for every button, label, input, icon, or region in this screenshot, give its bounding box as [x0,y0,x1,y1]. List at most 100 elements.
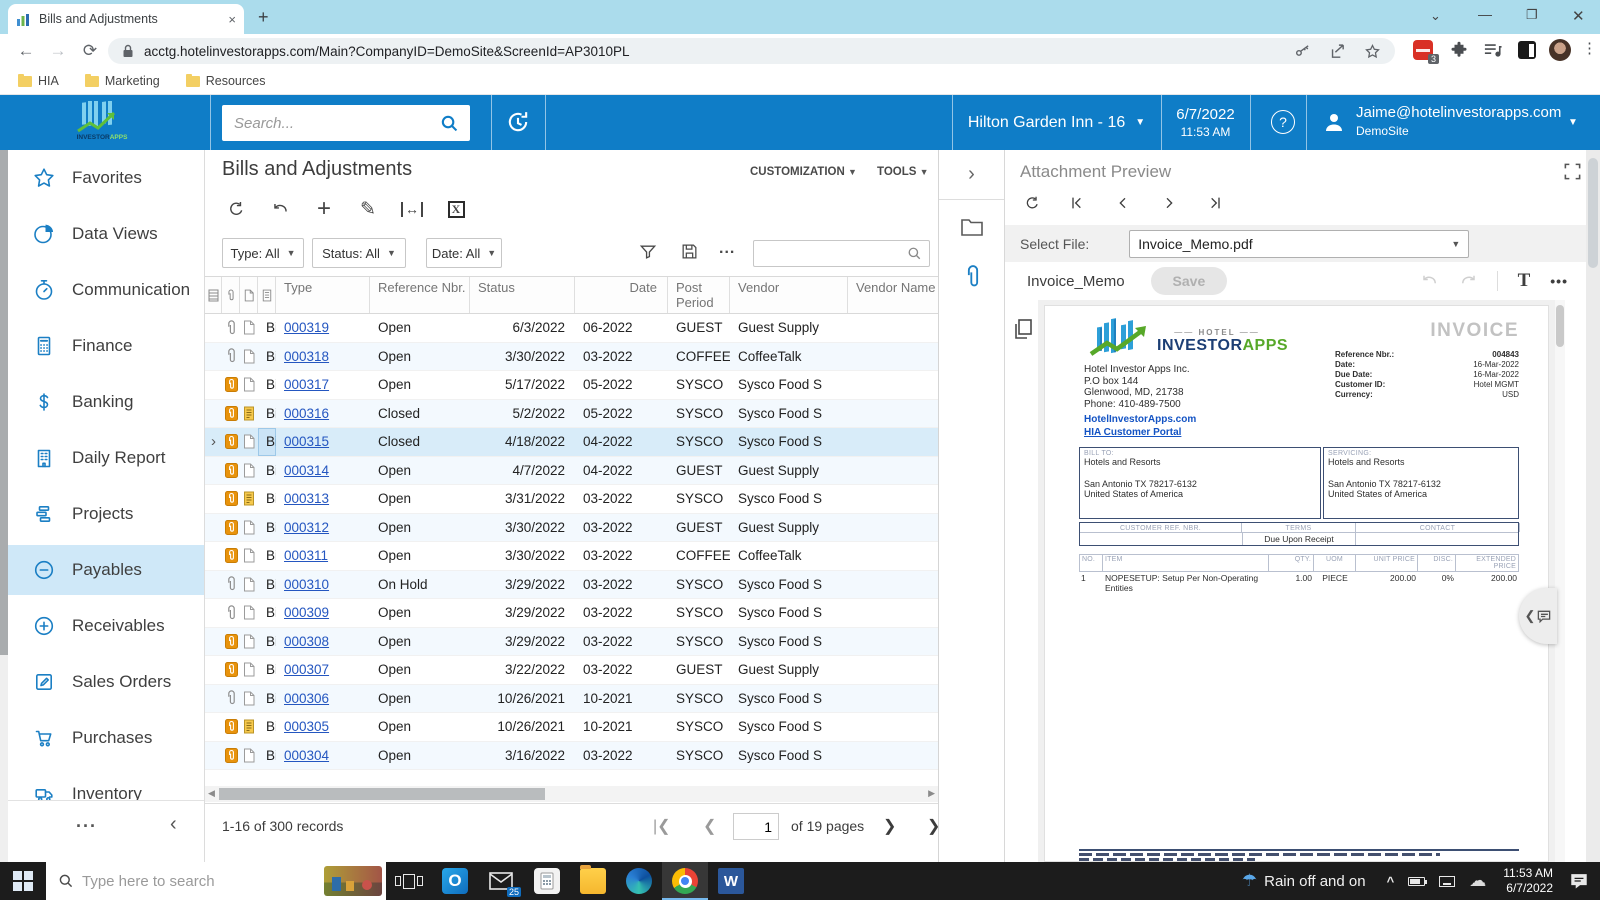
table-row[interactable]: ›Bill000315Closed4/18/202204-2022SYSCOSy… [205,428,938,457]
sidebar-scrollbar[interactable] [0,150,8,862]
share-icon[interactable] [1329,43,1346,60]
reference-link[interactable]: 000304 [284,748,329,763]
bookmark-item[interactable]: Resources [186,74,266,88]
column-header-vendor-name[interactable]: Vendor Name [848,277,938,313]
sidebar-item-purchases[interactable]: Purchases [8,713,205,763]
password-key-icon[interactable] [1294,43,1311,60]
sidebar-item-receivables[interactable]: Receivables [8,601,205,651]
weather-umbrella-icon[interactable]: ☂ [1242,871,1257,891]
extension-reader-icon[interactable] [1518,41,1536,59]
reference-link[interactable]: 000314 [284,463,329,478]
sidebar-item-projects[interactable]: Projects [8,489,205,539]
table-row[interactable]: Bill000318Open3/30/202203-2022COFFEETALK… [205,343,938,372]
sidebar-collapse-icon[interactable]: ‹ [170,813,177,836]
tray-expand-icon[interactable]: ^ [1387,874,1395,889]
browser-menu-icon[interactable]: ⋮ [1582,39,1597,57]
column-header-status[interactable]: Status [470,277,575,313]
notification-center-icon[interactable] [1570,873,1588,889]
sidebar-item-finance[interactable]: Finance [8,321,205,371]
new-tab-button[interactable]: + [258,7,269,28]
reference-link[interactable]: 000309 [284,605,329,620]
column-header-post-period[interactable]: Post Period [668,277,730,313]
table-row[interactable]: Bill000312Open3/30/202203-2022GUESTGuest… [205,514,938,543]
bookmark-item[interactable]: HIA [18,74,59,88]
taskbar-search-input[interactable] [82,873,282,890]
sidebar-item-daily-report[interactable]: Daily Report [8,433,205,483]
invoice-link-website[interactable]: HotelInvestorApps.com [1084,414,1196,425]
first-page-icon[interactable]: |❮ [653,816,671,836]
table-row[interactable]: Bill000313Open3/31/202203-2022SYSCOSysco… [205,485,938,514]
table-row[interactable]: Bill000319Open6/3/202206-2022GUESTGuest … [205,314,938,343]
window-minimize-icon[interactable]: — [1478,6,1492,22]
reference-link[interactable]: 000305 [284,719,329,734]
table-row[interactable]: Bill000309Open3/29/202203-2022SYSCOSysco… [205,599,938,628]
reference-link[interactable]: 000311 [284,548,328,563]
taskbar-word[interactable]: W [708,862,754,900]
table-row[interactable]: Bill000317Open5/17/202205-2022SYSCOSysco… [205,371,938,400]
sidebar-item-payables[interactable]: Payables [8,545,205,595]
taskbar-clock[interactable]: 11:53 AM 6/7/2022 [1503,866,1553,896]
sidebar-item-data-views[interactable]: Data Views [8,209,205,259]
next-attachment-icon[interactable] [1155,190,1183,216]
bookmark-star-icon[interactable] [1364,43,1381,60]
battery-icon[interactable] [1408,877,1425,886]
page-number-input[interactable] [733,813,779,840]
edit-record-icon[interactable]: ✎ [355,196,381,222]
onedrive-cloud-icon[interactable]: ☁ [1469,871,1486,891]
reference-link[interactable]: 000310 [284,577,329,592]
window-restore-icon[interactable]: ❐ [1526,7,1538,23]
table-row[interactable]: Bill000308Open3/29/202203-2022SYSCOSysco… [205,628,938,657]
taskbar-chrome[interactable] [662,862,708,900]
doc-column-header[interactable] [258,277,276,313]
horizontal-scrollbar[interactable]: ◀ ▶ [205,786,938,802]
weather-label[interactable]: Rain off and on [1264,873,1365,890]
business-date[interactable]: 6/7/2022 11:53 AM [1161,95,1250,150]
column-header-type[interactable]: Type [276,277,370,313]
taskbar-search[interactable] [46,862,386,900]
sidebar-item-banking[interactable]: Banking [8,377,205,427]
address-bar[interactable]: acctg.hotelinvestorapps.com/Main?Company… [108,38,1395,64]
page-scrollbar-thumb[interactable] [1588,158,1598,268]
text-tool-icon[interactable]: T [1518,270,1531,292]
filter-type[interactable]: Type: All▼ [222,238,304,268]
bookmark-item[interactable]: Marketing [85,74,160,88]
table-row[interactable]: Bill000311Open3/30/202203-2022COFFEETALK… [205,542,938,571]
extension-playlist-icon[interactable] [1484,42,1502,58]
save-button[interactable]: Save [1151,267,1228,295]
panel-refresh-icon[interactable] [1018,190,1046,216]
sidebar-more-icon[interactable]: ... [76,811,97,832]
add-record-icon[interactable]: + [311,196,337,222]
user-menu-chevron-icon[interactable]: ▼ [1568,117,1578,128]
reference-link[interactable]: 000318 [284,349,329,364]
back-icon[interactable]: ← [12,37,40,65]
reference-link[interactable]: 000313 [284,491,329,506]
window-menu-chevron-icon[interactable]: ⌄ [1430,8,1441,24]
extension-adobe-icon[interactable]: 3 [1413,40,1433,60]
attachments-tab-icon[interactable] [963,262,983,292]
table-row[interactable]: Bill000307Open3/22/202203-2022GUESTGuest… [205,656,938,685]
grid-search-icon[interactable] [907,246,922,261]
reference-link[interactable]: 000317 [284,377,329,392]
global-search-input[interactable] [222,105,470,141]
tools-menu[interactable]: TOOLS ▼ [877,166,929,178]
filter-date[interactable]: Date: All▼ [426,238,502,268]
reference-link[interactable]: 000308 [284,634,329,649]
start-button[interactable] [0,871,46,891]
profile-avatar[interactable] [1549,39,1571,61]
network-icon[interactable] [1439,876,1455,887]
last-page-icon[interactable]: ❯| [927,816,938,836]
save-filter-icon[interactable] [680,242,699,261]
taskbar-outlook[interactable]: O [432,862,478,900]
redo-icon[interactable] [1459,273,1477,289]
export-excel-icon[interactable]: X [443,196,469,222]
table-row[interactable]: Bill000304Open3/16/202203-2022SYSCOSysco… [205,742,938,771]
pages-panel-icon[interactable] [1013,318,1033,340]
task-view-button[interactable] [386,862,432,900]
scrollbar-thumb[interactable] [219,788,545,800]
taskbar-file-explorer[interactable] [570,862,616,900]
last-attachment-icon[interactable] [1201,190,1229,216]
taskbar-calculator[interactable] [524,862,570,900]
pdf-scrollbar[interactable] [1555,300,1565,862]
column-header-vendor[interactable]: Vendor [730,277,848,313]
fullscreen-icon[interactable] [1563,162,1582,181]
